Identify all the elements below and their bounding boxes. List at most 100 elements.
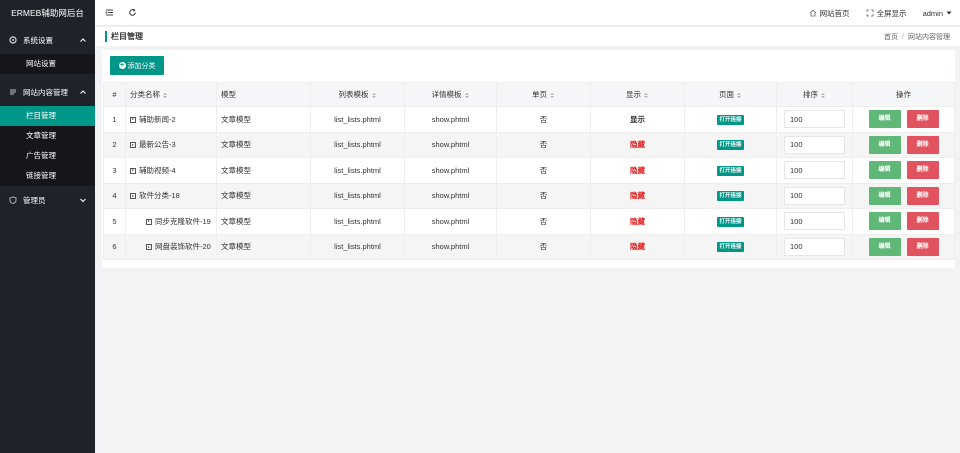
display-status[interactable]: 隐藏 (630, 166, 645, 175)
expand-icon[interactable] (130, 193, 136, 200)
nav-head-content[interactable]: 网站内容管理 (0, 78, 95, 106)
table-body: 1 辅助新闻-2 文章模型 list_lists.phtml show.phtml 否显示… (103, 106, 955, 260)
table-row: 3 辅助视频-4 文章模型 list_lists.phtml show.phtml 否 隐藏… (103, 157, 955, 184)
brand-logo[interactable]: ERMEB辅助网后台 (0, 0, 95, 26)
display-status[interactable]: 隐藏 (630, 140, 645, 149)
open-link-badge[interactable]: 打开连接 (717, 216, 744, 227)
sidebar-item-category[interactable]: 栏目管理 (0, 106, 95, 126)
display-status[interactable]: 隐藏 (630, 242, 645, 251)
display-status[interactable]: 隐藏 (630, 191, 645, 200)
category-name: 同步克隆软件-19 (155, 216, 211, 226)
cell-id: 3 (103, 157, 126, 184)
category-name: 最新公告-3 (139, 140, 176, 150)
breadcrumb-home[interactable]: 首页 (884, 34, 898, 41)
expand-icon[interactable] (130, 167, 136, 174)
sort-icon[interactable] (821, 92, 826, 98)
cell-actions: 编辑 删除 (852, 208, 955, 235)
cell-model: 文章模型 (216, 208, 311, 235)
header-sort[interactable]: 排序 (776, 82, 853, 107)
expand-icon[interactable] (146, 218, 152, 225)
edit-button[interactable]: 编辑 (868, 161, 901, 180)
edit-button[interactable]: 编辑 (868, 237, 901, 256)
sort-icon[interactable] (464, 92, 470, 98)
sort-input[interactable] (784, 212, 845, 231)
breadcrumb-bar: 栏目管理 首页 / 网站内容管理 (95, 27, 960, 46)
menu-toggle-icon[interactable] (105, 8, 114, 19)
display-status[interactable]: 隐藏 (630, 217, 645, 226)
expand-icon[interactable] (130, 142, 136, 149)
sort-input[interactable] (784, 186, 845, 205)
edit-button[interactable]: 编辑 (868, 186, 901, 205)
nav-group-content: 网站内容管理 栏目管理 文章管理 广告管理 链接管理 (0, 78, 95, 186)
header-detail-tpl[interactable]: 详情模板 (404, 82, 497, 107)
sort-icon[interactable] (644, 92, 649, 98)
expand-icon[interactable] (146, 244, 152, 251)
sidebar: ERMEB辅助网后台 系统设置 网站设置 网站内容管理 栏目管理 文章管理 广告… (0, 0, 95, 453)
cell-single: 否 (496, 208, 591, 235)
header-single[interactable]: 单页 (496, 82, 591, 107)
cell-detail-tpl: show.phtml (404, 233, 497, 260)
sidebar-item-links[interactable]: 链接管理 (0, 166, 95, 186)
header-display[interactable]: 显示 (590, 82, 685, 107)
open-link-badge[interactable]: 打开连接 (717, 114, 744, 125)
delete-button[interactable]: 删除 (906, 237, 939, 256)
cell-page: 打开连接 (684, 182, 777, 209)
cell-name: 网盘装饰软件-20 (125, 233, 217, 260)
cell-name: 辅助视频-4 (125, 157, 217, 184)
nav-head-admin[interactable]: 管理员 (0, 186, 95, 214)
open-link-badge[interactable]: 打开连接 (717, 242, 744, 253)
cell-display: 隐藏 (590, 157, 685, 184)
nav-head-label: 管理员 (23, 195, 46, 205)
cell-single: 否 (496, 233, 591, 260)
delete-button[interactable]: 删除 (906, 161, 939, 180)
sidebar-item-site-settings[interactable]: 网站设置 (0, 54, 95, 74)
cell-page: 打开连接 (684, 157, 777, 184)
delete-button[interactable]: 删除 (906, 212, 939, 231)
breadcrumb: 首页 / 网站内容管理 (884, 32, 950, 42)
cell-model: 文章模型 (216, 157, 311, 184)
cell-single: 否 (496, 106, 591, 133)
sort-icon[interactable] (163, 92, 168, 98)
delete-button[interactable]: 删除 (906, 110, 939, 129)
cell-list-tpl: list_lists.phtml (310, 106, 405, 133)
sidebar-item-ads[interactable]: 广告管理 (0, 146, 95, 166)
sort-input[interactable] (784, 237, 845, 256)
user-menu[interactable]: admin (923, 9, 952, 18)
nav-head-system[interactable]: 系统设置 (0, 26, 95, 54)
cell-page: 打开连接 (684, 106, 777, 133)
topbar-right: 网站首页 全屏显示 admin (809, 8, 952, 19)
open-link-badge[interactable]: 打开连接 (717, 191, 744, 202)
edit-button[interactable]: 编辑 (868, 212, 901, 231)
sort-icon[interactable] (550, 92, 555, 98)
open-link-badge[interactable]: 打开连接 (717, 165, 744, 176)
sidebar-item-article[interactable]: 文章管理 (0, 126, 95, 146)
header-id: # (103, 82, 126, 107)
edit-button[interactable]: 编辑 (868, 135, 901, 154)
sort-input[interactable] (784, 110, 845, 129)
page-title: 栏目管理 (105, 31, 143, 42)
table-row: 6 网盘装饰软件-20 文章模型 list_lists.phtml show.phtml… (103, 233, 955, 260)
header-list-tpl[interactable]: 列表模板 (310, 82, 405, 107)
delete-button[interactable]: 删除 (906, 135, 939, 154)
table-row: 2 最新公告-3 文章模型 list_lists.phtml show.phtml 否 隐藏… (103, 131, 955, 158)
gear-icon (9, 36, 17, 44)
cell-list-tpl: list_lists.phtml (310, 182, 405, 209)
sort-icon[interactable] (737, 92, 742, 98)
add-category-button[interactable]: + 添加分类 (110, 56, 164, 75)
sort-input[interactable] (784, 135, 845, 154)
header-page[interactable]: 页面 (684, 82, 777, 107)
site-home-link[interactable]: 网站首页 (809, 8, 850, 19)
delete-button[interactable]: 删除 (906, 186, 939, 205)
list-icon (9, 88, 17, 96)
cell-model: 文章模型 (216, 182, 311, 209)
sort-icon[interactable] (371, 92, 377, 98)
sort-input[interactable] (784, 161, 845, 180)
fullscreen-button[interactable]: 全屏显示 (866, 8, 907, 19)
refresh-icon[interactable] (128, 8, 137, 19)
cell-sort (776, 208, 853, 235)
display-status[interactable]: 显示 (630, 115, 645, 124)
header-name[interactable]: 分类名称 (125, 82, 217, 107)
open-link-badge[interactable]: 打开连接 (717, 140, 744, 151)
expand-icon[interactable] (130, 116, 136, 123)
edit-button[interactable]: 编辑 (868, 110, 901, 129)
